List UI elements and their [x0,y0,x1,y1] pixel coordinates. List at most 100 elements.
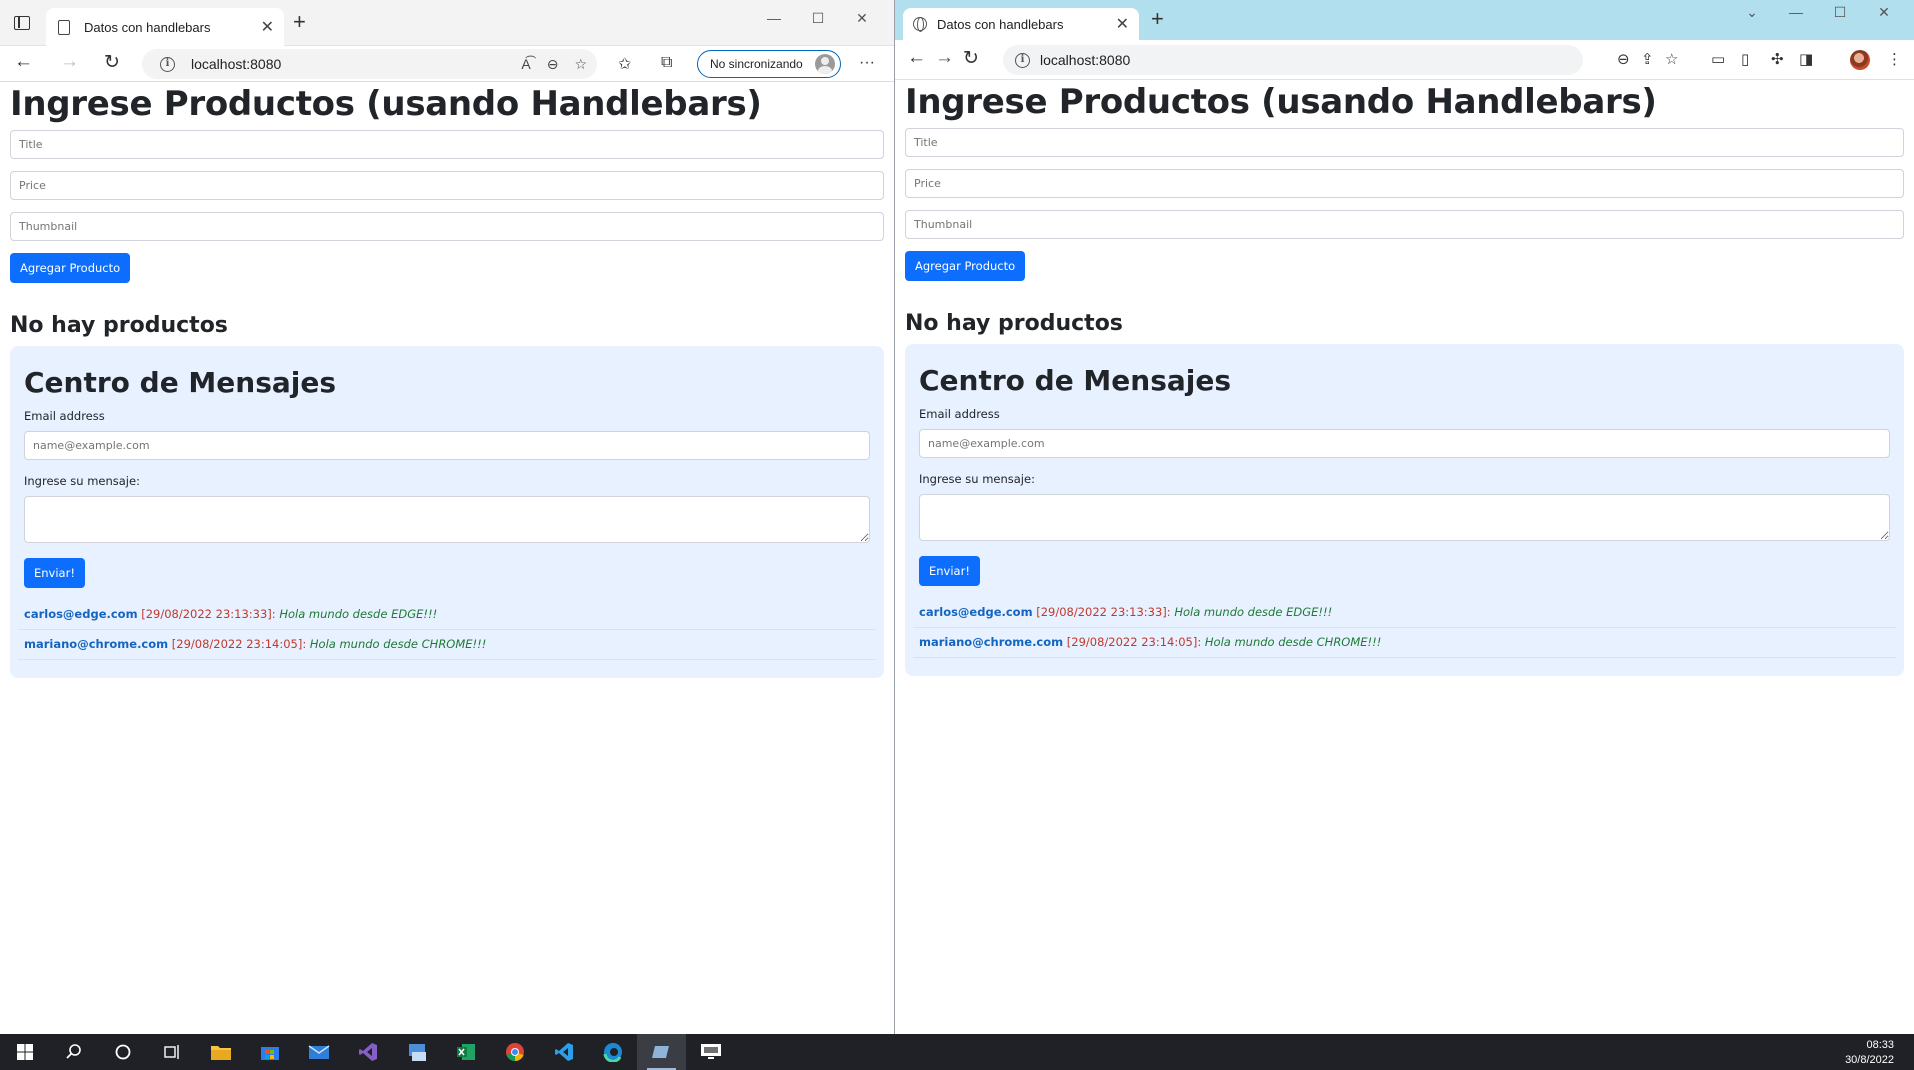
new-tab-button[interactable]: + [1151,6,1164,32]
file-explorer-icon[interactable] [196,1034,245,1070]
collections-icon[interactable]: ⧉ [661,54,672,72]
minimize-icon[interactable]: — [1789,4,1803,21]
edge-taskbar-icon[interactable] [588,1034,637,1070]
tab-actions-icon[interactable] [14,16,30,30]
clock-time: 08:33 [1866,1039,1894,1051]
message-list: carlos@edge.com [29/08/2022 23:13:33]: H… [913,598,1896,658]
more-options-icon[interactable]: ⋮ [1887,50,1902,68]
remote-app-icon[interactable] [392,1034,441,1070]
message-timestamp: [29/08/2022 23:14:05]: [1066,635,1202,649]
message-center: Centro de Mensajes Email address Ingrese… [905,344,1904,676]
read-aloud-icon[interactable]: A͡ [521,56,530,72]
store-icon[interactable] [245,1034,294,1070]
maximize-icon[interactable]: ☐ [1833,4,1847,21]
thumbnail-input[interactable] [10,212,884,241]
info-icon[interactable]: i [1015,52,1030,68]
extensions-puzzle-icon[interactable]: ✣ [1771,50,1784,68]
tab-search-icon[interactable]: ⌄ [1745,4,1759,21]
mail-icon[interactable] [294,1034,343,1070]
page-content: Ingrese Productos (usando Handlebars) Ag… [895,82,1914,676]
forward-icon[interactable]: → [935,47,954,69]
edge-tab-bar: Datos con handlebars ✕ + — ☐ ✕ [0,0,894,46]
add-product-button[interactable]: Agregar Producto [905,251,1026,281]
send-button[interactable]: Enviar! [24,558,85,588]
message-text: Hola mundo desde EDGE!!! [279,607,438,621]
message-email: mariano@chrome.com [919,635,1064,649]
task-view-icon[interactable] [147,1034,196,1070]
message-textarea[interactable] [919,494,1890,541]
edge-tab[interactable]: Datos con handlebars ✕ [46,8,284,46]
monitor-icon[interactable] [686,1034,735,1070]
info-icon[interactable]: i [160,56,175,72]
close-window-icon[interactable]: ✕ [1877,4,1891,21]
side-panel-icon[interactable]: ◨ [1799,50,1813,68]
zoom-icon[interactable]: ⊖ [547,56,559,73]
price-input[interactable] [10,171,884,200]
bookmark-star-icon[interactable]: ☆ [1665,50,1678,68]
system-clock[interactable]: 08:33 30/8/2022 [1845,1038,1894,1068]
email-field[interactable] [24,431,870,460]
taskbar: 08:33 30/8/2022 [0,1034,1914,1070]
extension-doc-icon[interactable]: ▯ [1741,50,1749,68]
new-tab-button[interactable]: + [293,9,306,35]
cortana-icon[interactable] [98,1034,147,1070]
message-text: Hola mundo desde CHROME!!! [1204,635,1382,649]
refresh-icon[interactable]: ↻ [104,51,120,74]
close-tab-icon[interactable]: ✕ [1116,14,1129,34]
search-icon[interactable] [49,1034,98,1070]
title-input[interactable] [905,128,1904,157]
page-icon [58,19,70,35]
no-products-heading: No hay productos [10,313,228,338]
price-input[interactable] [905,169,1904,198]
message-text: Hola mundo desde CHROME!!! [309,637,487,651]
avatar[interactable] [1850,50,1870,70]
windows-start-icon[interactable] [0,1034,49,1070]
add-favorite-icon[interactable]: ☆ [574,56,587,73]
message-timestamp: [29/08/2022 23:13:33]: [1036,605,1171,619]
send-button[interactable]: Enviar! [919,556,980,586]
list-item: carlos@edge.com [29/08/2022 23:13:33]: H… [18,600,876,630]
chrome-tab-bar: Datos con handlebars ✕ + ⌄ — ☐ ✕ [895,0,1914,40]
url-text: localhost:8080 [191,56,282,72]
message-timestamp: [29/08/2022 23:14:05]: [171,637,307,651]
page-content: Ingrese Productos (usando Handlebars) Ag… [0,84,894,678]
back-icon[interactable]: ← [907,47,926,69]
message-textarea[interactable] [24,496,870,543]
excel-icon[interactable] [441,1034,490,1070]
forward-icon[interactable]: → [60,51,79,73]
refresh-icon[interactable]: ↻ [963,47,979,70]
profile-button[interactable]: No sincronizando [697,50,841,78]
remote-desktop-icon[interactable] [637,1034,686,1070]
tab-title: Datos con handlebars [937,16,1064,32]
close-window-icon[interactable]: ✕ [855,10,869,27]
profile-label: No sincronizando [710,57,803,71]
share-icon[interactable]: ⇪ [1641,50,1654,68]
address-bar[interactable]: i localhost:8080 [1003,45,1583,75]
window-controls: — ☐ ✕ [767,10,869,27]
message-label: Ingrese su mensaje: [919,472,1035,486]
edge-toolbar: ← → ↻ i localhost:8080 A͡ ⊖ ☆ ✩ ⧉ No sin… [0,46,894,82]
visual-studio-icon[interactable] [343,1034,392,1070]
chrome-window: Datos con handlebars ✕ + ⌄ — ☐ ✕ ← → ↻ i… [895,0,1914,1034]
email-label: Email address [919,407,1000,421]
add-product-button[interactable]: Agregar Producto [10,253,131,283]
close-tab-icon[interactable]: ✕ [261,17,274,37]
avatar [815,54,835,74]
email-field[interactable] [919,429,1890,458]
zoom-icon[interactable]: ⊖ [1617,50,1630,68]
url-text: localhost:8080 [1040,52,1131,68]
extension-screen-icon[interactable]: ▭ [1711,50,1725,68]
more-options-icon[interactable]: ··· [859,54,875,72]
favorites-icon[interactable]: ✩ [618,54,631,74]
chrome-taskbar-icon[interactable] [490,1034,539,1070]
back-icon[interactable]: ← [14,51,33,73]
vscode-icon[interactable] [539,1034,588,1070]
thumbnail-input[interactable] [905,210,1904,239]
chrome-tab[interactable]: Datos con handlebars ✕ [903,8,1139,40]
minimize-icon[interactable]: — [767,10,781,27]
maximize-icon[interactable]: ☐ [811,10,825,27]
email-label: Email address [24,409,105,423]
title-input[interactable] [10,130,884,159]
message-list: carlos@edge.com [29/08/2022 23:13:33]: H… [18,600,876,660]
address-bar[interactable]: i localhost:8080 A͡ ⊖ ☆ [142,49,597,79]
